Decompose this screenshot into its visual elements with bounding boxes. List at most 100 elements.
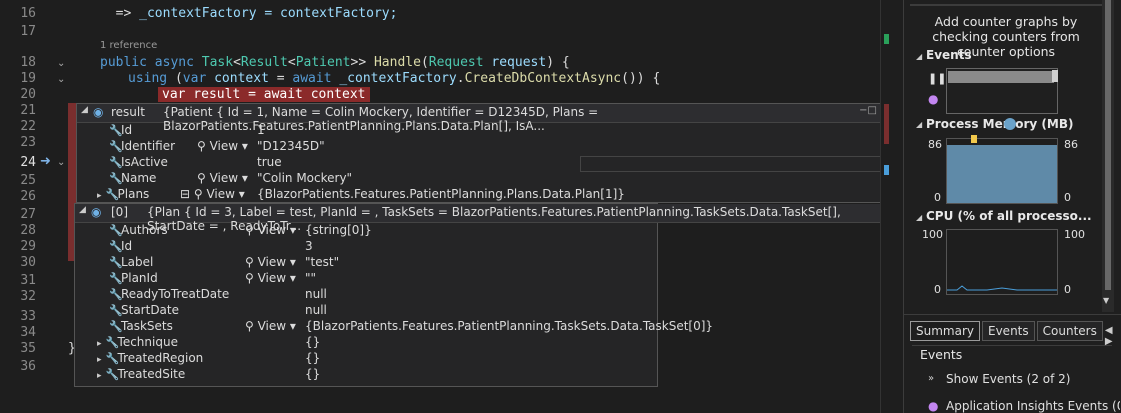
datatip-row[interactable]: 🔧Label xyxy=(109,255,153,271)
object-icon: ◉ xyxy=(93,105,104,119)
datatip-row[interactable]: 🔧IsActive xyxy=(109,155,168,171)
object-icon: ◉ xyxy=(91,205,102,219)
wrench-icon: 🔧 xyxy=(105,336,120,349)
line-number: 17 xyxy=(20,24,36,39)
memory-chart[interactable] xyxy=(946,135,1058,204)
code-line-19: using (var context = await _contextFacto… xyxy=(128,71,661,86)
expand-triangle-icon[interactable]: ▸ xyxy=(97,371,102,381)
datatip-summary: {Patient { Id = 1, Name = Colin Mockery,… xyxy=(163,105,599,133)
lightbulb-icon[interactable]: ● xyxy=(928,92,938,106)
cpu-axis-min-left: 0 xyxy=(934,283,941,296)
events-timeline[interactable] xyxy=(946,68,1058,114)
wrench-icon: 🔧 xyxy=(109,140,123,153)
datatip-plan-header[interactable]: ◢ ◉ [0] {Plan { Id = 3, Label = test, Pl… xyxy=(75,204,881,233)
editor-overview-scrollbar[interactable] xyxy=(880,0,903,413)
line-number: 33 xyxy=(20,309,36,324)
datatip-value: {BlazorPatients.Features.PatientPlanning… xyxy=(305,319,714,333)
visualizer-view-button[interactable]: ⊟ ⚲ View ▾ xyxy=(180,187,245,201)
datatip-row-expandable[interactable]: ▸ 🔧TreatedSite xyxy=(97,367,185,383)
wrench-icon: 🔧 xyxy=(105,188,120,201)
datatip-value: "test" xyxy=(305,255,340,269)
cpu-line xyxy=(947,285,1057,291)
reference-count-codelens[interactable]: 1 reference xyxy=(100,40,157,51)
datatip-variable-name: [0] xyxy=(111,205,128,219)
memory-scroll-thumb[interactable] xyxy=(1004,118,1016,130)
memory-axis-max-left: 86 xyxy=(928,138,942,151)
wrench-icon: 🔧 xyxy=(105,368,120,381)
tab-summary[interactable]: Summary xyxy=(910,321,980,341)
pause-icon[interactable]: ❚❚ xyxy=(928,72,946,85)
visualizer-view-button[interactable]: ⚲ View ▾ xyxy=(245,319,296,333)
cpu-chart[interactable] xyxy=(946,229,1058,295)
collapse-triangle-icon[interactable]: ◢ xyxy=(916,52,922,61)
line-number: 18 xyxy=(20,55,36,70)
cpu-axis-max-right: 100 xyxy=(1064,228,1085,241)
visualizer-view-button[interactable]: ⚲ View ▾ xyxy=(197,139,248,153)
datatip-row[interactable]: 🔧Name xyxy=(109,171,156,187)
show-events-icon: » xyxy=(928,373,935,384)
cpu-axis-max-left: 100 xyxy=(922,228,943,241)
datatip-row[interactable]: 🔧Id xyxy=(109,123,132,139)
wrench-icon: 🔧 xyxy=(109,156,123,169)
datatip-plan: ◢ ◉ [0] {Plan { Id = 3, Label = test, Pl… xyxy=(74,203,881,387)
expand-triangle-icon[interactable]: ▸ xyxy=(97,191,102,201)
diagnostic-tools-panel: Add counter graphs by checking counters … xyxy=(903,0,1121,413)
datatip-row[interactable]: 🔧PlanId xyxy=(109,271,158,287)
datatip-row[interactable]: 🔧ReadyToTreatDate xyxy=(109,287,229,303)
diagnostics-tabbar: Summary Events Counters ◀ ▶ xyxy=(910,321,1121,347)
wrench-icon: 🔧 xyxy=(109,224,123,237)
datatip-row[interactable]: 🔧Identifier xyxy=(109,139,175,155)
collapse-triangle-icon[interactable]: ◢ xyxy=(81,105,88,115)
snapshot-marker-icon[interactable] xyxy=(971,135,977,143)
events-list-title: Events xyxy=(920,347,963,362)
visualizer-view-button[interactable]: ⚲ View ▾ xyxy=(197,171,248,185)
visualizer-view-button[interactable]: ⚲ View ▾ xyxy=(245,271,296,285)
wrench-icon: 🔧 xyxy=(109,124,123,137)
panel-scrollbar-thumb[interactable] xyxy=(1105,0,1111,290)
datatip-result-header[interactable]: ◢ ◉ result {Patient { Id = 1, Name = Col… xyxy=(77,104,881,133)
expand-triangle-icon[interactable]: ▸ xyxy=(97,339,102,349)
lightbulb-icon: ● xyxy=(928,399,939,413)
datatip-row[interactable]: 🔧Authors xyxy=(109,223,168,239)
scroll-down-icon[interactable]: ▼ xyxy=(1103,296,1109,305)
code-line-20-breakpoint: var result = await context xyxy=(158,87,370,102)
visualizer-view-button[interactable]: ⚲ View ▾ xyxy=(245,255,296,269)
datatip-value: 3 xyxy=(305,239,313,253)
datatip-row[interactable]: 🔧StartDate xyxy=(109,303,179,319)
datatip-row-expandable[interactable]: ▸ 🔧TreatedRegion xyxy=(97,351,203,367)
line-number: 35 xyxy=(20,341,36,356)
memory-axis-min-left: 0 xyxy=(934,191,941,204)
current-line-arrow-icon: ➜ xyxy=(40,154,51,169)
wrench-icon: 🔧 xyxy=(109,172,123,185)
app-insights-link[interactable]: Application Insights Events (0 of xyxy=(946,399,1120,413)
line-number: 27 xyxy=(20,207,36,222)
code-line-16: => _contextFactory = contextFactory; xyxy=(115,6,398,21)
tab-counters[interactable]: Counters xyxy=(1036,321,1103,341)
datatip-row[interactable]: 🔧Id xyxy=(109,239,132,255)
line-number: 32 xyxy=(20,289,36,304)
datatip-row[interactable]: 🔧TaskSets xyxy=(109,319,173,335)
panel-scrollbar[interactable]: ▼ xyxy=(1102,0,1114,312)
visualizer-view-button[interactable]: ⚲ View ▾ xyxy=(245,223,296,237)
collapse-triangle-icon[interactable]: ◢ xyxy=(916,213,922,222)
datatip-row-expandable[interactable]: ▸ 🔧Plans xyxy=(97,187,149,203)
datatip-value: null xyxy=(305,287,327,301)
pin-icon[interactable]: −□ xyxy=(859,105,877,116)
show-events-link[interactable]: Show Events (2 of 2) xyxy=(946,372,1070,386)
fold-chevron-icon[interactable]: ⌄ xyxy=(57,74,65,85)
tab-events[interactable]: Events xyxy=(982,321,1035,341)
line-number: 23 xyxy=(20,135,36,150)
datatip-row-expandable[interactable]: ▸ 🔧Technique xyxy=(97,335,178,351)
tab-scroll-arrows-icon[interactable]: ◀ ▶ xyxy=(1105,321,1121,347)
expand-triangle-icon[interactable]: ▸ xyxy=(97,355,102,365)
code-editor[interactable]: 16 17 18 19 20 21 22 23 24 25 26 27 28 2… xyxy=(0,0,900,413)
fold-chevron-icon[interactable]: ⌄ xyxy=(57,157,65,168)
collapse-triangle-icon[interactable]: ◢ xyxy=(79,205,86,215)
collapse-triangle-icon[interactable]: ◢ xyxy=(916,120,922,129)
datatip-value: {BlazorPatients.Features.PatientPlanning… xyxy=(257,187,625,201)
memory-axis-max-right: 86 xyxy=(1064,138,1078,151)
wrench-icon: 🔧 xyxy=(109,240,123,253)
line-number-current: 24 xyxy=(20,155,36,170)
fold-chevron-icon[interactable]: ⌄ xyxy=(57,58,65,69)
line-number: 21 xyxy=(20,103,36,118)
